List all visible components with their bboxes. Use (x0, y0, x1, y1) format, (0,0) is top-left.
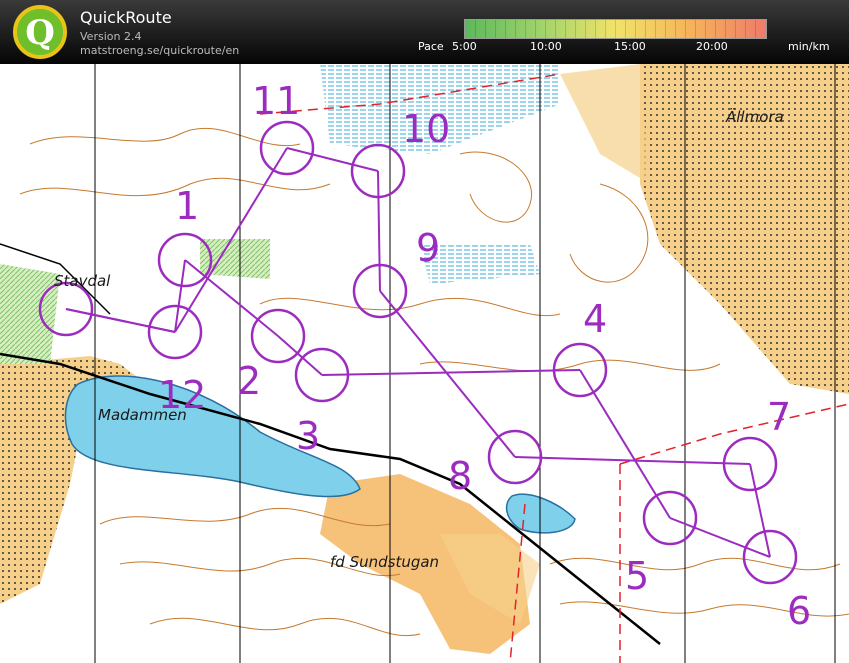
pace-scale-cell-divider (745, 20, 746, 38)
pace-scale-cell-divider (675, 20, 676, 38)
control-label-1: 1 (175, 184, 199, 228)
control-label-7: 7 (767, 395, 791, 439)
pace-scale-cell-divider (595, 20, 596, 38)
pace-scale-cell-divider (575, 20, 576, 38)
pace-scale-cell-divider (755, 20, 756, 38)
pace-scale-cell-divider (625, 20, 626, 38)
pace-scale-cell-divider (475, 20, 476, 38)
pace-scale-cell-divider (495, 20, 496, 38)
pace-scale-cell-divider (485, 20, 486, 38)
app-version: Version 2.4 (80, 30, 142, 43)
orienteering-map[interactable]: 1 2 3 4 5 6 7 8 9 10 11 12 Stavdal Madam… (0, 64, 849, 663)
place-name-stavdal: Stavdal (54, 272, 111, 290)
pace-scale-cell-divider (645, 20, 646, 38)
header-bar: Q QuickRoute Version 2.4 matstroeng.se/q… (0, 0, 849, 64)
control-label-8: 8 (448, 454, 472, 498)
pace-scale-cell-divider (665, 20, 666, 38)
control-label-9: 9 (416, 226, 440, 270)
pace-scale-cell-divider (525, 20, 526, 38)
pace-unit: min/km (788, 40, 830, 53)
pace-scale-cell-divider (535, 20, 536, 38)
pace-label: Pace (418, 40, 444, 53)
pace-scale-cell-divider (505, 20, 506, 38)
pace-scale-cell-divider (735, 20, 736, 38)
pace-scale-cell-divider (555, 20, 556, 38)
quickroute-logo-icon: Q (13, 5, 67, 59)
control-label-3: 3 (296, 414, 320, 458)
pace-scale-cell-divider (725, 20, 726, 38)
map-canvas[interactable]: 1 2 3 4 5 6 7 8 9 10 11 12 Stavdal Madam… (0, 64, 849, 663)
pace-tick-5: 5:00 (452, 40, 477, 53)
app-title: QuickRoute (80, 8, 172, 27)
quickroute-window: Q QuickRoute Version 2.4 matstroeng.se/q… (0, 0, 849, 663)
pace-scale-cell-divider (545, 20, 546, 38)
control-label-6: 6 (787, 589, 811, 633)
place-name-madammen: Madammen (98, 406, 187, 424)
control-label-5: 5 (625, 554, 649, 598)
pace-scale-cell-divider (655, 20, 656, 38)
pace-scale-cell-divider (635, 20, 636, 38)
control-label-11: 11 (252, 79, 300, 123)
place-name-allmora: Ällmora (725, 107, 784, 126)
pace-scale-cell-divider (715, 20, 716, 38)
control-label-2: 2 (237, 359, 261, 403)
pace-color-scale (464, 19, 767, 39)
pace-scale-cell-divider (515, 20, 516, 38)
pace-scale-cell-divider (585, 20, 586, 38)
pace-scale-cell-divider (685, 20, 686, 38)
pace-scale-cell-divider (705, 20, 706, 38)
pace-scale-cell-divider (695, 20, 696, 38)
logo-letter: Q (25, 13, 55, 53)
pace-scale-cell-divider (565, 20, 566, 38)
place-name-sundstugan: fd Sundstugan (330, 553, 439, 571)
control-label-10: 10 (402, 107, 450, 151)
app-url[interactable]: matstroeng.se/quickroute/en (80, 44, 239, 57)
pace-tick-10: 10:00 (530, 40, 562, 53)
green-area-west (0, 264, 60, 364)
pace-scale-cell-divider (615, 20, 616, 38)
pace-tick-20: 20:00 (696, 40, 728, 53)
pace-tick-15: 15:00 (614, 40, 646, 53)
pace-scale-cell-divider (605, 20, 606, 38)
control-label-4: 4 (583, 297, 607, 341)
